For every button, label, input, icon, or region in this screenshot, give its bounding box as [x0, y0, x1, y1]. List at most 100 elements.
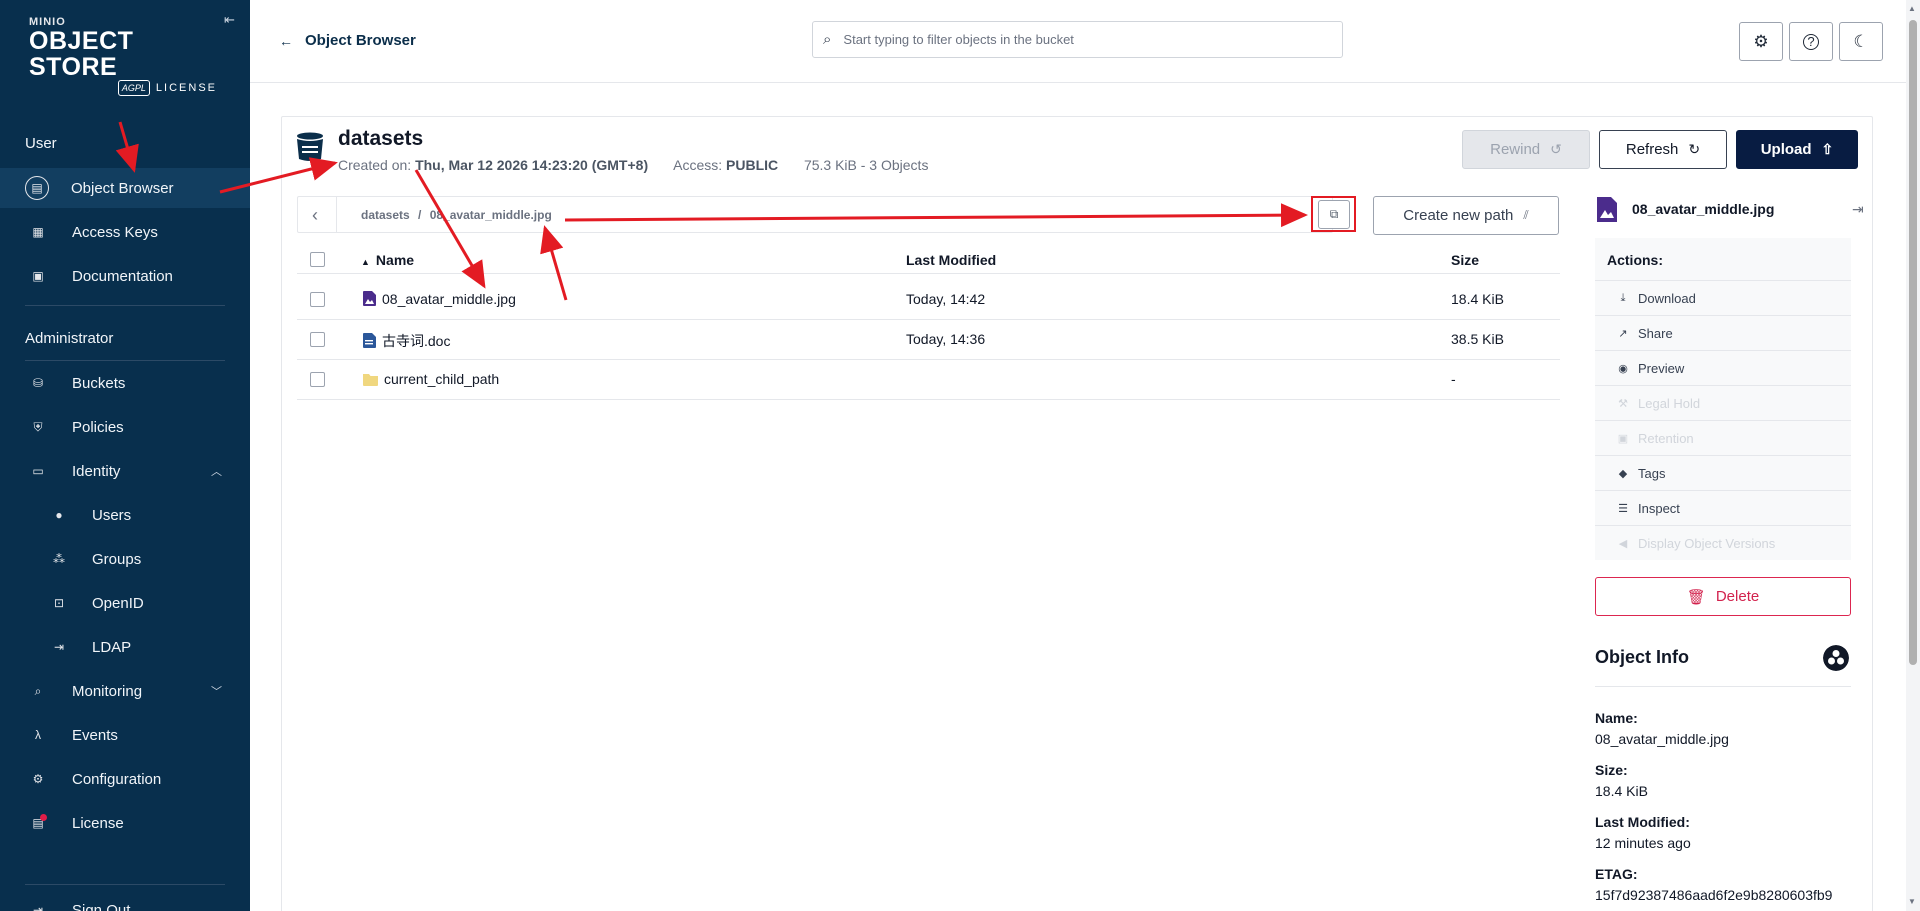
dark-mode-button[interactable]: ☾ — [1839, 22, 1883, 61]
chevron-down-icon: ﹀ — [211, 686, 222, 698]
upload-button[interactable]: Upload ⇧ — [1736, 130, 1858, 169]
breadcrumb-separator: / — [418, 208, 422, 222]
openid-icon: ⊡ — [53, 596, 65, 610]
sidebar-item-object-browser[interactable]: ▤ Object Browser — [0, 168, 250, 208]
sidebar-item-access-keys[interactable]: ▦ Access Keys — [0, 212, 250, 252]
versions-action[interactable]: ◀ Display Object Versions — [1595, 525, 1851, 560]
action-label: Legal Hold — [1638, 395, 1701, 411]
sidebar-item-license[interactable]: ▤ License — [0, 803, 250, 843]
access-value: PUBLIC — [726, 157, 779, 173]
sidebar-item-ldap[interactable]: ⇥ LDAP — [0, 627, 250, 667]
download-icon: ⤓ — [1620, 291, 1626, 304]
inspect-action[interactable]: ☰ Inspect — [1595, 490, 1851, 525]
sidebar-item-users[interactable]: ● Users — [0, 495, 250, 535]
page-scrollbar[interactable]: ▲ ▼ — [1906, 0, 1920, 911]
sidebar-item-label: Monitoring — [72, 682, 143, 700]
minio-logo[interactable]: MINIO OBJECT STORE AGPL LICENSE — [29, 16, 219, 96]
row-checkbox[interactable] — [310, 292, 325, 307]
buckets-icon: ⛁ — [32, 376, 44, 390]
column-name-label: Name — [375, 252, 415, 268]
file-name: 08_avatar_middle.jpg — [382, 291, 516, 307]
info-modified-value: 12 minutes ago — [1595, 835, 1691, 851]
modified-cell: Today, 14:36 — [906, 331, 986, 347]
collapse-sidebar-icon[interactable]: ⇤ — [224, 12, 235, 28]
new-path-icon: ⫽ — [1523, 208, 1529, 222]
sidebar-item-label: Access Keys — [72, 223, 158, 241]
column-modified-header[interactable]: Last Modified — [906, 252, 996, 268]
table-row[interactable]: 古寺词.doc Today, 14:36 38.5 KiB — [297, 320, 1560, 360]
tags-action[interactable]: ◆ Tags — [1595, 455, 1851, 490]
sidebar-item-groups[interactable]: ⁂ Groups — [0, 539, 250, 579]
retention-action[interactable]: ▣ Retention — [1595, 420, 1851, 455]
sidebar-item-documentation[interactable]: ▣ Documentation — [0, 256, 250, 296]
refresh-button[interactable]: Refresh ↻ — [1599, 130, 1727, 169]
file-name: current_child_path — [384, 371, 500, 387]
scroll-down-icon[interactable]: ▼ — [1908, 897, 1916, 906]
breadcrumb-root[interactable]: datasets — [361, 208, 410, 222]
upload-label: Upload — [1760, 141, 1812, 158]
sidebar-item-buckets[interactable]: ⛁ Buckets — [0, 363, 250, 403]
sidebar-item-openid[interactable]: ⊡ OpenID — [0, 583, 250, 623]
logo-license: AGPL LICENSE — [29, 80, 219, 96]
action-label: Tags — [1638, 465, 1666, 481]
action-label: Share — [1638, 325, 1673, 341]
sidebar-item-configuration[interactable]: ⚙ Configuration — [0, 759, 250, 799]
sidebar-item-events[interactable]: λ Events — [0, 715, 250, 755]
help-button[interactable]: ? — [1789, 22, 1833, 61]
sidebar-divider — [25, 884, 225, 885]
row-checkbox[interactable] — [310, 332, 325, 347]
sidebar-item-monitoring[interactable]: ⌕ Monitoring ﹀ — [0, 671, 250, 711]
table-row[interactable]: current_child_path - — [297, 360, 1560, 400]
details-file-name: 08_avatar_middle.jpg — [1632, 201, 1775, 217]
legal-hold-action[interactable]: ⚒ Legal Hold — [1595, 385, 1851, 420]
info-divider — [1595, 686, 1851, 687]
monitoring-icon: ⌕ — [34, 683, 42, 698]
column-name-header[interactable]: ▲ Name — [361, 252, 414, 268]
share-action[interactable]: ↗ Share — [1595, 315, 1851, 350]
info-size-label: Size: — [1595, 762, 1628, 778]
download-action[interactable]: ⤓ Download — [1595, 280, 1851, 315]
scroll-up-icon[interactable]: ▲ — [1908, 4, 1916, 13]
file-name-cell: 08_avatar_middle.jpg — [363, 291, 516, 307]
object-browser-icon: ▤ — [25, 176, 49, 200]
search-input[interactable] — [841, 31, 1302, 48]
share-icon: ↗ — [1618, 327, 1628, 340]
identity-icon: ▭ — [32, 464, 44, 478]
column-size-header[interactable]: Size — [1451, 252, 1479, 268]
gear-icon: ⚙ — [1753, 31, 1769, 51]
preview-action[interactable]: ◉ Preview — [1595, 350, 1851, 385]
chevron-left-icon[interactable]: ‹ — [312, 205, 318, 226]
delete-button[interactable]: 🗑 Delete — [1595, 577, 1851, 616]
search-box[interactable]: ⌕ — [812, 21, 1343, 58]
rewind-button[interactable]: Rewind ↺ — [1462, 130, 1590, 169]
access-keys-icon: ▦ — [32, 225, 44, 239]
actions-panel: Actions: ⤓ Download ↗ Share ◉ Preview ⚒ Lega… — [1595, 238, 1851, 560]
sidebar-item-label: Events — [72, 726, 118, 744]
sidebar-item-label: OpenID — [92, 594, 144, 612]
row-checkbox[interactable] — [310, 372, 325, 387]
refresh-label: Refresh — [1625, 141, 1679, 158]
sidebar-item-sign-out[interactable]: ⇥ Sign Out — [0, 890, 250, 911]
object-info-title: Object Info — [1595, 647, 1689, 667]
chevron-up-icon: ︿ — [211, 466, 222, 478]
documentation-icon: ▣ — [32, 269, 44, 283]
table-row[interactable]: 08_avatar_middle.jpg Today, 14:42 18.4 K… — [297, 280, 1560, 320]
settings-button[interactable]: ⚙ — [1739, 22, 1783, 61]
metadata-icon[interactable] — [1823, 645, 1849, 671]
sidebar-item-identity[interactable]: ▭ Identity ︿ — [0, 451, 250, 491]
created-value: Thu, Mar 12 2026 14:23:20 (GMT+8) — [415, 157, 649, 173]
select-all-checkbox[interactable] — [310, 252, 325, 267]
back-to-object-browser[interactable]: ← Object Browser — [279, 32, 416, 49]
sidebar-item-policies[interactable]: ⛨ Policies — [0, 407, 250, 447]
info-etag-label: ETAG: — [1595, 866, 1638, 882]
help-icon: ? — [1803, 33, 1819, 50]
image-file-icon — [1597, 197, 1617, 222]
sidebar-divider — [25, 360, 225, 361]
close-details-icon[interactable]: ⇥ — [1852, 201, 1864, 218]
info-etag-value: 15f7d92387486aad6f2e9b8280603fb9 — [1595, 887, 1833, 903]
create-new-path-button[interactable]: Create new path ⫽ — [1373, 196, 1559, 235]
scroll-thumb[interactable] — [1909, 20, 1917, 665]
back-label: Object Browser — [305, 32, 416, 49]
bucket-icon — [297, 132, 323, 161]
eye-icon: ◉ — [1618, 362, 1628, 375]
